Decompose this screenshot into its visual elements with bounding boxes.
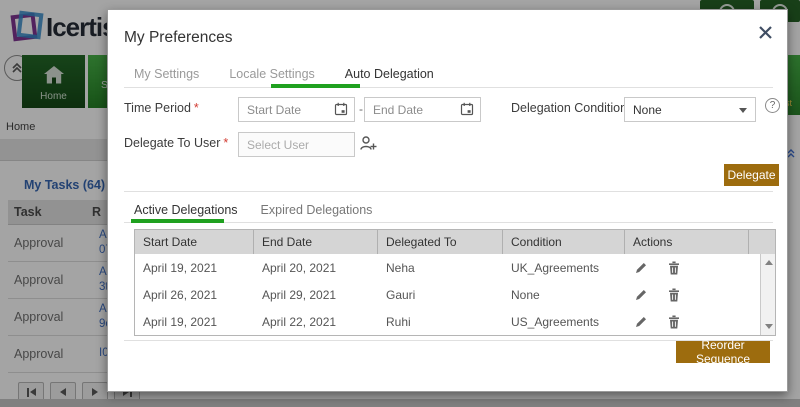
my-preferences-dialog: My Preferences My Settings Locale Settin… [107,9,788,392]
app-screen: Icertis Home S st [0,0,800,407]
cell-end-date: April 22, 2021 [254,308,378,335]
delegate-to-user-label: Delegate To User* [124,136,228,150]
delegations-table-body: April 19, 2021 April 20, 2021 Neha UK_Ag… [135,254,775,335]
dialog-title: My Preferences [124,29,233,47]
close-icon [758,25,773,40]
delete-icon[interactable] [668,288,682,302]
time-period-label: Time Period* [124,101,199,115]
col-spacer [749,230,775,254]
cell-end-date: April 20, 2021 [254,254,378,281]
add-user-icon[interactable] [359,135,377,157]
col-start-date: Start Date [135,230,254,254]
cell-condition: UK_Agreements [503,254,625,281]
active-tab-underline [271,84,360,88]
cell-delegated-to: Gauri [378,281,503,308]
delete-icon[interactable] [668,261,682,275]
col-actions: Actions [625,230,749,254]
edit-icon[interactable] [634,315,648,329]
cell-delegated-to: Neha [378,254,503,281]
cell-start-date: April 26, 2021 [135,281,254,308]
cell-start-date: April 19, 2021 [135,254,254,281]
cell-delegated-to: Ruhi [378,308,503,335]
help-icon[interactable]: ? [765,98,780,113]
chevron-down-icon [739,108,747,113]
cell-start-date: April 19, 2021 [135,308,254,335]
close-button[interactable] [758,25,776,43]
table-scrollbar[interactable] [760,254,775,335]
delegation-row[interactable]: April 26, 2021 April 29, 2021 Gauri None [135,281,775,308]
cell-condition: US_Agreements [503,308,625,335]
select-user-input[interactable] [238,132,355,157]
delete-icon[interactable] [668,315,682,329]
delegations-header-row: Start Date End Date Delegated To Conditi… [135,230,775,254]
delegation-condition-value: None [633,103,662,117]
col-condition: Condition [503,230,625,254]
required-marker: * [194,101,199,115]
delegation-row[interactable]: April 19, 2021 April 20, 2021 Neha UK_Ag… [135,254,775,281]
edit-icon[interactable] [634,288,648,302]
edit-icon[interactable] [634,261,648,275]
cell-actions [625,254,749,281]
tabs-divider [124,87,773,88]
col-delegated-to: Delegated To [378,230,503,254]
col-end-date: End Date [254,230,378,254]
cell-condition: None [503,281,625,308]
delegation-row[interactable]: April 19, 2021 April 22, 2021 Ruhi US_Ag… [135,308,775,335]
date-range-separator: - [359,102,363,116]
delegation-condition-label: Delegation Condition [511,101,627,115]
scroll-up-icon[interactable] [765,260,773,265]
scroll-down-icon[interactable] [765,324,773,329]
required-marker: * [223,136,228,150]
cell-actions [625,308,749,335]
reorder-sequence-button[interactable]: Reorder Sequence [676,341,770,363]
section-divider [124,191,773,192]
active-delegation-tab-underline [131,219,224,223]
delegation-condition-select[interactable]: None [624,97,756,122]
cell-end-date: April 29, 2021 [254,281,378,308]
calendar-icon[interactable] [334,102,348,116]
cell-actions [625,281,749,308]
delegate-button[interactable]: Delegate [724,164,779,186]
calendar-icon[interactable] [460,102,474,116]
delegations-table: Start Date End Date Delegated To Conditi… [134,229,776,336]
